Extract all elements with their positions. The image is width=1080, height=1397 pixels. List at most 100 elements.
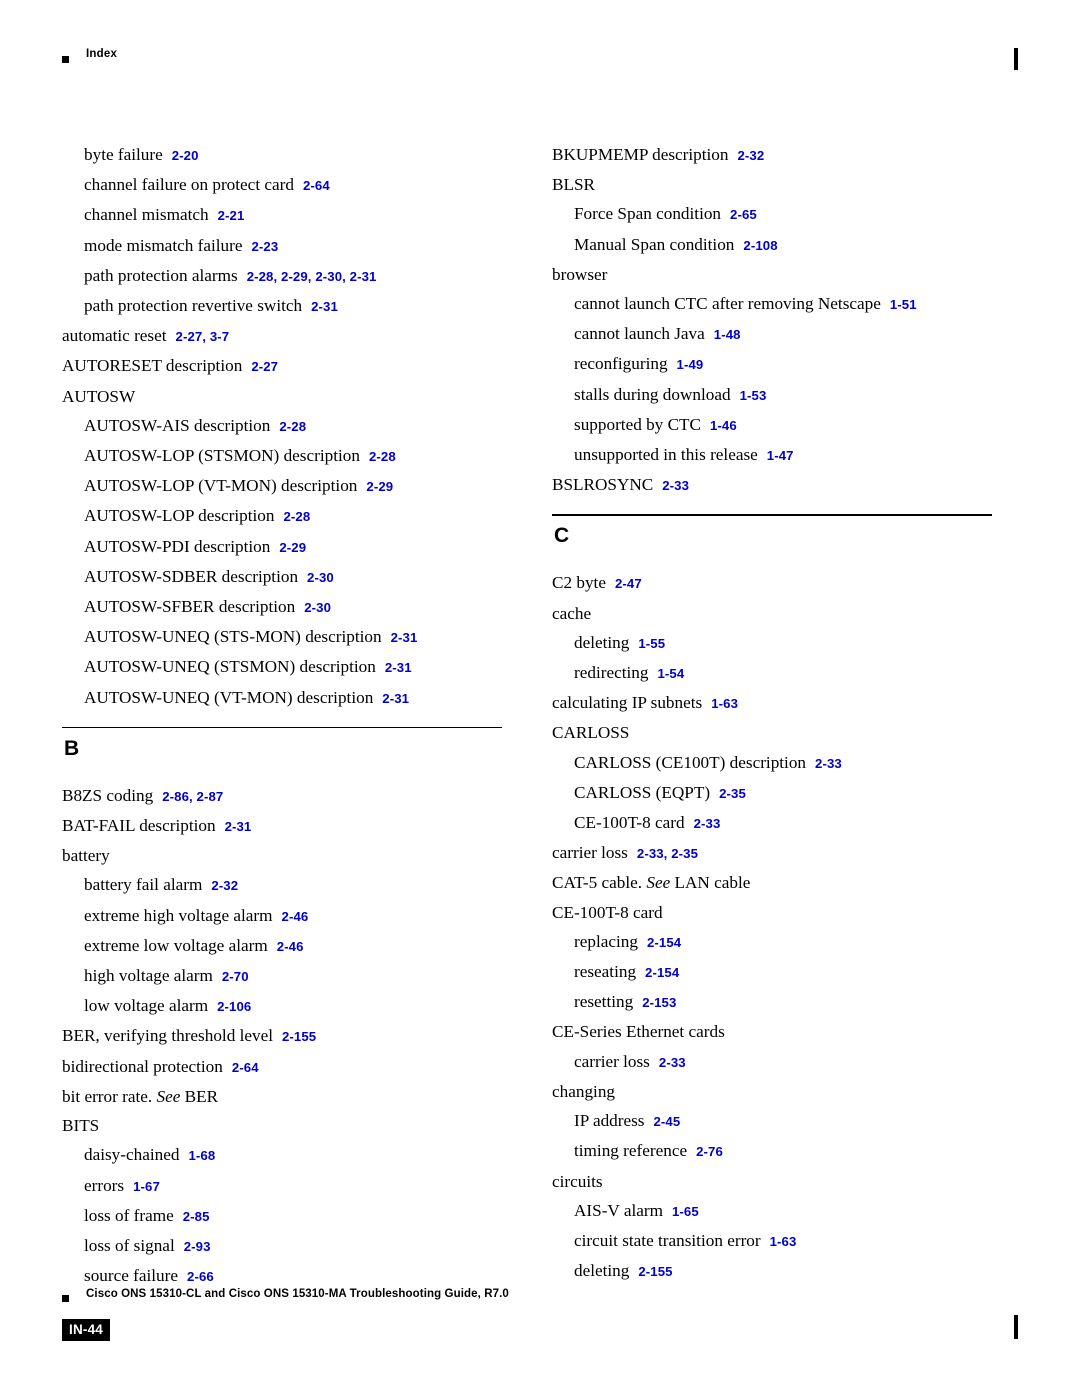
page-reference-link[interactable]: 1-68 (188, 1148, 215, 1163)
index-entry: stalls during download 1-53 (552, 380, 992, 410)
index-entry-label: AUTOSW-UNEQ (STSMON) description (84, 657, 376, 677)
index-entry: CAT-5 cable. See LAN cable (552, 868, 992, 897)
page-reference-link[interactable]: 2-32 (211, 878, 238, 893)
page-reference-link[interactable]: 2-20 (172, 148, 199, 163)
index-entry-label: browser (552, 264, 608, 284)
index-entry-label: daisy-chained (84, 1145, 180, 1165)
section-divider (552, 514, 992, 516)
index-entry: channel mismatch 2-21 (62, 200, 502, 230)
index-entry: unsupported in this release 1-47 (552, 440, 992, 470)
page-reference-link[interactable]: 1-53 (740, 388, 767, 403)
page-reference-link[interactable]: 2-28, 2-29, 2-30, 2-31 (247, 269, 377, 284)
index-entry-label: AUTOSW-UNEQ (STS-MON) description (84, 627, 382, 647)
index-entry-label: stalls during download (574, 384, 731, 404)
index-entry: battery fail alarm 2-32 (62, 870, 502, 900)
page-reference-link[interactable]: 2-153 (642, 995, 676, 1010)
page-reference-link[interactable]: 1-54 (657, 666, 684, 681)
section-letter: B (64, 736, 80, 760)
page-reference-link[interactable]: 1-55 (638, 636, 665, 651)
page-reference-link[interactable]: 2-85 (183, 1209, 210, 1224)
index-entry-label: CARLOSS (CE100T) description (574, 752, 807, 772)
page-reference-link[interactable]: 2-154 (647, 935, 681, 950)
page-reference-link[interactable]: 2-28 (369, 449, 396, 464)
page-reference-link[interactable]: 2-33 (815, 756, 842, 771)
page-reference-link[interactable]: 2-76 (696, 1144, 723, 1159)
page-reference-link[interactable]: 2-29 (279, 540, 306, 555)
page-reference-link[interactable]: 2-155 (638, 1264, 672, 1279)
page-reference-link[interactable]: 2-28 (279, 419, 306, 434)
index-entry-label: AUTOSW (62, 386, 136, 406)
index-entry: carrier loss 2-33 (552, 1047, 992, 1077)
page-reference-link[interactable]: 1-47 (767, 448, 794, 463)
index-entry: cache (552, 599, 992, 628)
index-entry-label: CAT-5 cable. See LAN cable (552, 873, 751, 893)
index-entry-label: AUTOSW-LOP description (84, 506, 275, 526)
index-entry-label: bit error rate. See BER (62, 1086, 219, 1106)
index-entry: daisy-chained 1-68 (62, 1140, 502, 1170)
page-reference-link[interactable]: 2-93 (184, 1239, 211, 1254)
index-entry: circuits (552, 1167, 992, 1196)
index-entry-label: path protection alarms (84, 265, 238, 285)
index-entry: Manual Span condition 2-108 (552, 230, 992, 260)
page-reference-link[interactable]: 1-51 (890, 297, 917, 312)
page-reference-link[interactable]: 2-65 (730, 207, 757, 222)
page-reference-link[interactable]: 2-33 (662, 478, 689, 493)
page-reference-link[interactable]: 1-67 (133, 1179, 160, 1194)
page-reference-link[interactable]: 2-21 (218, 208, 245, 223)
page-reference-link[interactable]: 1-49 (677, 357, 704, 372)
page-reference-link[interactable]: 2-31 (382, 691, 409, 706)
index-entry: CE-100T-8 card 2-33 (552, 808, 992, 838)
index-entry: AUTOSW-UNEQ (STSMON) description 2-31 (62, 652, 502, 682)
index-entry: cannot launch Java 1-48 (552, 319, 992, 349)
page-reference-link[interactable]: 2-45 (654, 1114, 681, 1129)
page-reference-link[interactable]: 2-33 (694, 816, 721, 831)
page-reference-link[interactable]: 2-64 (303, 178, 330, 193)
index-entry-label: bidirectional protection (62, 1056, 223, 1076)
page-reference-link[interactable]: 2-155 (282, 1029, 316, 1044)
page-reference-link[interactable]: 2-27, 3-7 (176, 329, 230, 344)
page-reference-link[interactable]: 2-30 (304, 600, 331, 615)
page-reference-link[interactable]: 1-46 (710, 418, 737, 433)
page-reference-link[interactable]: 2-31 (311, 299, 338, 314)
page-reference-link[interactable]: 2-23 (251, 239, 278, 254)
page-reference-link[interactable]: 2-46 (282, 909, 309, 924)
page-reference-link[interactable]: 2-47 (615, 576, 642, 591)
index-entry: channel failure on protect card 2-64 (62, 170, 502, 200)
index-entry-label: AUTOSW-SFBER description (84, 597, 296, 617)
index-column-left: byte failure 2-20 channel failure on prote… (62, 140, 502, 1291)
header-title: Index (86, 48, 118, 60)
page-reference-link[interactable]: 2-33, 2-35 (637, 846, 698, 861)
index-entry: browser (552, 260, 992, 289)
page-reference-link[interactable]: 2-31 (391, 630, 418, 645)
page-reference-link[interactable]: 2-86, 2-87 (162, 789, 223, 804)
index-entry: low voltage alarm 2-106 (62, 991, 502, 1021)
page-reference-link[interactable]: 1-65 (672, 1204, 699, 1219)
page-reference-link[interactable]: 2-46 (277, 939, 304, 954)
page-reference-link[interactable]: 2-27 (251, 359, 278, 374)
index-entry: path protection alarms 2-28, 2-29, 2-30, … (62, 261, 502, 291)
page-reference-link[interactable]: 2-108 (743, 238, 777, 253)
page-reference-link[interactable]: 2-64 (232, 1060, 259, 1075)
page-reference-link[interactable]: 1-48 (714, 327, 741, 342)
page-reference-link[interactable]: 2-106 (217, 999, 251, 1014)
index-entry: replacing 2-154 (552, 927, 992, 957)
index-entry-label: AUTOSW-AIS description (84, 415, 271, 435)
index-entry: AUTOSW-UNEQ (STS-MON) description 2-31 (62, 622, 502, 652)
page-reference-link[interactable]: 2-32 (738, 148, 765, 163)
index-entry: AUTOSW (62, 382, 502, 411)
index-entry-label: byte failure (84, 145, 163, 164)
page-reference-link[interactable]: 1-63 (711, 696, 738, 711)
page-reference-link[interactable]: 1-63 (770, 1234, 797, 1249)
index-entry: CE-100T-8 card (552, 898, 992, 927)
page-reference-link[interactable]: 2-154 (645, 965, 679, 980)
index-entry: extreme high voltage alarm 2-46 (62, 901, 502, 931)
page-reference-link[interactable]: 2-28 (283, 509, 310, 524)
page-reference-link[interactable]: 2-30 (307, 570, 334, 585)
page-reference-link[interactable]: 2-31 (225, 819, 252, 834)
page-reference-link[interactable]: 2-33 (659, 1055, 686, 1070)
page-reference-link[interactable]: 2-31 (385, 660, 412, 675)
page-reference-link[interactable]: 2-29 (366, 479, 393, 494)
page-reference-link[interactable]: 2-70 (222, 969, 249, 984)
page-reference-link[interactable]: 2-35 (719, 786, 746, 801)
page-reference-link[interactable]: 2-66 (187, 1269, 214, 1284)
